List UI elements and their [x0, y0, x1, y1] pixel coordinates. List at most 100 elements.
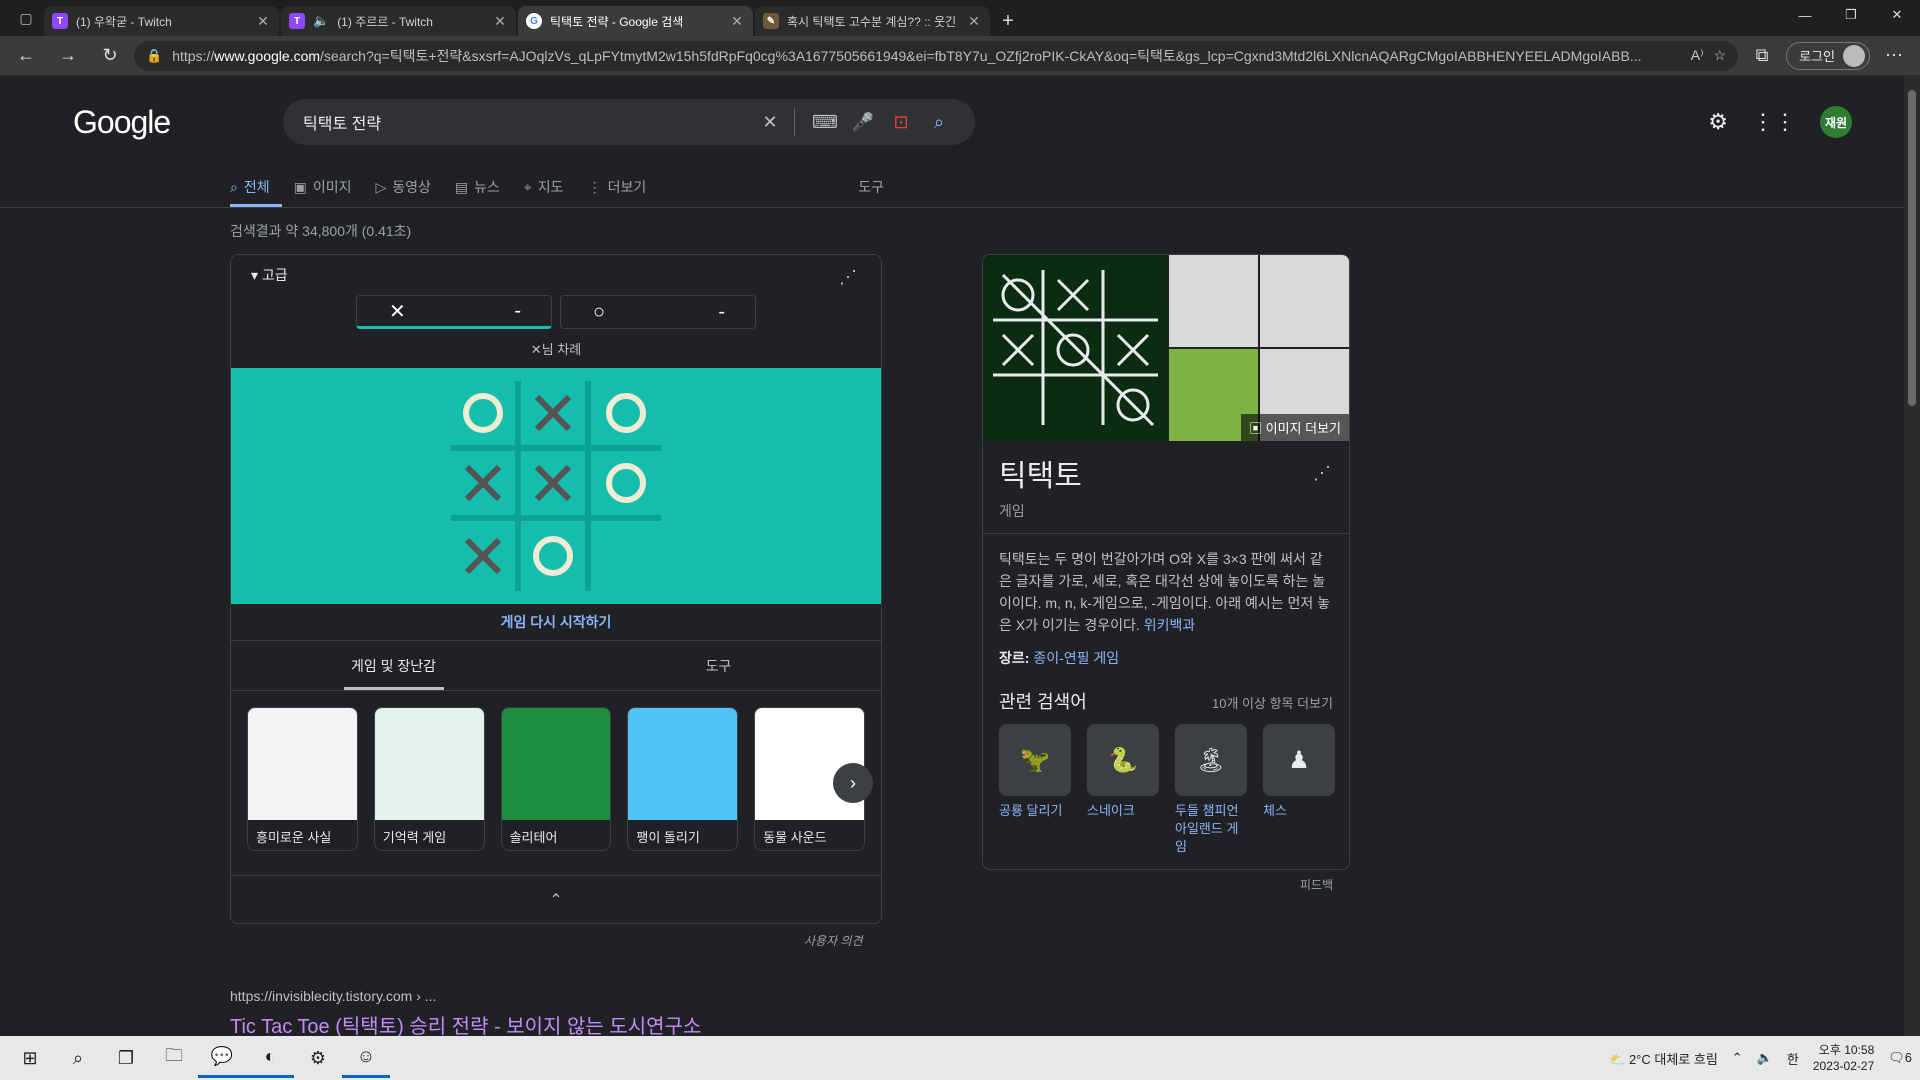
close-icon[interactable]: ✕ — [729, 13, 745, 30]
tab-actions-icon[interactable]: ▢ — [8, 0, 44, 36]
kakaotalk-icon[interactable]: 💬 — [198, 1038, 246, 1078]
game-tile[interactable]: 솔리테어 — [500, 707, 612, 851]
genre-link[interactable]: 종이-연필 게임 — [1033, 650, 1119, 666]
discord-icon[interactable]: ☺ — [342, 1038, 390, 1078]
board-cell[interactable] — [521, 381, 591, 451]
header-actions: ⚙ ⋮⋮ 재원 — [1708, 106, 1852, 138]
restart-game-button[interactable]: 게임 다시 시작하기 — [231, 604, 881, 641]
windows-start-icon[interactable]: ⊞ — [6, 1038, 54, 1078]
steam-icon[interactable]: ⚙ — [294, 1038, 342, 1078]
login-button[interactable]: 로그인 — [1786, 41, 1870, 70]
related-search-item[interactable]: 🦖 공룡 달리기 — [999, 724, 1071, 856]
related-search-item[interactable]: ♟ 체스 — [1263, 724, 1335, 856]
browser-tab-active[interactable]: G 틱택토 전략 - Google 검색 ✕ — [518, 6, 753, 36]
lock-icon[interactable]: 🔒 — [146, 48, 162, 64]
board-cell[interactable] — [591, 521, 661, 591]
task-view-icon[interactable]: ❐ — [102, 1038, 150, 1078]
board-cell[interactable] — [451, 381, 521, 451]
volume-icon[interactable]: 🔈 — [1757, 1050, 1773, 1066]
back-button[interactable]: ← — [8, 40, 44, 72]
map-pin-icon: ⌖ — [523, 178, 532, 195]
board-cell[interactable] — [521, 521, 591, 591]
share-icon[interactable]: ⋰ — [839, 267, 857, 288]
kp-image-grid[interactable]: ▣ 이미지 더보기 — [983, 255, 1349, 441]
result-url[interactable]: https://invisiblecity.tistory.com › ... — [230, 988, 701, 1004]
minimize-icon[interactable]: — — [1782, 0, 1828, 30]
settings-gear-icon[interactable]: ⚙ — [1708, 109, 1728, 135]
close-icon[interactable]: ✕ — [966, 13, 982, 30]
close-window-icon[interactable]: ✕ — [1874, 0, 1920, 30]
search-icon[interactable]: ⌕ — [54, 1038, 102, 1078]
feedback-link[interactable]: 사용자 의견 — [804, 932, 863, 949]
board-cell[interactable] — [451, 521, 521, 591]
more-images-button[interactable]: ▣ 이미지 더보기 — [1241, 414, 1349, 441]
chevron-up-icon[interactable]: ⌃ — [1732, 1050, 1743, 1066]
wikipedia-link[interactable]: 위키백과 — [1144, 617, 1196, 633]
extensions-icon[interactable]: ⧉ — [1744, 40, 1780, 72]
board-cell[interactable] — [591, 381, 661, 451]
tab-tools[interactable]: 도구 — [556, 641, 881, 690]
board-cell[interactable] — [451, 451, 521, 521]
clear-icon[interactable]: ✕ — [754, 106, 786, 138]
related-search-item[interactable]: 🏝 두들 챔피언 아일랜드 게임 — [1175, 724, 1247, 856]
game-tile[interactable]: 흥미로운 사실 — [247, 707, 358, 851]
apps-grid-icon[interactable]: ⋮⋮ — [1752, 109, 1796, 135]
notifications-icon[interactable]: 🗨6 — [1888, 1050, 1912, 1066]
scrollbar-thumb[interactable] — [1908, 90, 1916, 406]
file-explorer-icon[interactable]: 🗀 — [150, 1038, 198, 1078]
feedback-link[interactable]: 피드백 — [1300, 876, 1333, 893]
result-title[interactable]: Tic Tac Toe (틱택토) 승리 전략 - 보이지 않는 도시연구소 — [230, 1010, 701, 1036]
kp-main-image[interactable] — [983, 255, 1167, 441]
game-label: 흥미로운 사실 — [256, 829, 332, 845]
favorite-star-icon[interactable]: ☆ — [1714, 47, 1727, 64]
kp-thumb-image[interactable] — [1260, 255, 1349, 347]
tools-button[interactable]: 도구 — [858, 177, 884, 197]
related-search-item[interactable]: 🐍 스네이크 — [1087, 724, 1159, 856]
game-tile[interactable]: 팽이 돌리기 — [627, 707, 739, 851]
kp-thumb-image[interactable] — [1169, 255, 1258, 347]
board-cell[interactable] — [591, 451, 661, 521]
browser-tab[interactable]: T (1) 우왁굳 - Twitch ✕ — [44, 6, 279, 36]
tab-more[interactable]: ⋮ 더보기 — [588, 177, 659, 207]
clock[interactable]: 오후 10:58 2023-02-27 — [1813, 1042, 1874, 1074]
restore-icon[interactable]: ❐ — [1828, 0, 1874, 30]
more-menu-icon[interactable]: ⋯ — [1876, 40, 1912, 72]
camera-icon[interactable]: ⊡ — [885, 106, 917, 138]
related-more-link[interactable]: 10개 이상 항목 더보기 — [1212, 693, 1333, 712]
tab-news[interactable]: ▤ 뉴스 — [455, 177, 512, 207]
search-box[interactable]: ✕ ⌨ 🎤 ⊡ ⌕ — [283, 99, 975, 145]
browser-tab[interactable]: ✎ 혹시 틱택토 고수분 계심?? :: 웃긴 ✕ — [755, 6, 990, 36]
microphone-icon[interactable]: 🎤 — [847, 106, 879, 138]
edge-browser-icon[interactable]: ◐ — [246, 1038, 294, 1078]
close-icon[interactable]: ✕ — [255, 13, 271, 30]
keyboard-icon[interactable]: ⌨ — [809, 106, 841, 138]
search-input[interactable] — [303, 113, 748, 131]
board-cell[interactable] — [521, 451, 591, 521]
tab-maps[interactable]: ⌖ 지도 — [524, 177, 576, 207]
chevron-right-icon[interactable]: › — [833, 763, 873, 803]
weather-widget[interactable]: ⛅ 2°C 대체로 흐림 — [1609, 1049, 1718, 1068]
url-field[interactable]: 🔒 https://www.google.com/search?q=틱택토+전략… — [134, 40, 1739, 71]
speaker-icon[interactable]: 🔈 — [313, 13, 329, 29]
player-o-score: ○ - — [560, 295, 756, 329]
profile-avatar — [1843, 44, 1865, 67]
user-avatar[interactable]: 재원 — [1820, 106, 1852, 138]
tab-all[interactable]: ⌕ 전체 — [230, 177, 282, 207]
tab-videos[interactable]: ▷ 동영상 — [375, 177, 442, 207]
read-aloud-icon[interactable]: A⁾ — [1691, 47, 1704, 64]
forward-button[interactable]: → — [50, 40, 86, 72]
new-tab-button[interactable]: + — [992, 6, 1024, 36]
search-icon[interactable]: ⌕ — [923, 106, 955, 138]
google-logo[interactable]: Google — [73, 104, 211, 141]
game-tile[interactable]: 기억력 게임 — [373, 707, 485, 851]
close-icon[interactable]: ✕ — [492, 13, 508, 30]
share-icon[interactable]: ⋰ — [1313, 463, 1331, 484]
difficulty-dropdown[interactable]: ▾ 고급 — [251, 265, 288, 285]
tab-images[interactable]: ▣ 이미지 — [294, 177, 364, 207]
tab-games-toys[interactable]: 게임 및 장난감 — [231, 641, 556, 690]
reload-button[interactable]: ↻ — [92, 40, 128, 72]
browser-tab[interactable]: T 🔈 (1) 주르르 - Twitch ✕ — [281, 6, 516, 36]
collapse-button[interactable]: ⌃ — [231, 875, 881, 923]
page-scrollbar[interactable] — [1904, 76, 1920, 1036]
ime-indicator[interactable]: 한 — [1787, 1049, 1799, 1068]
